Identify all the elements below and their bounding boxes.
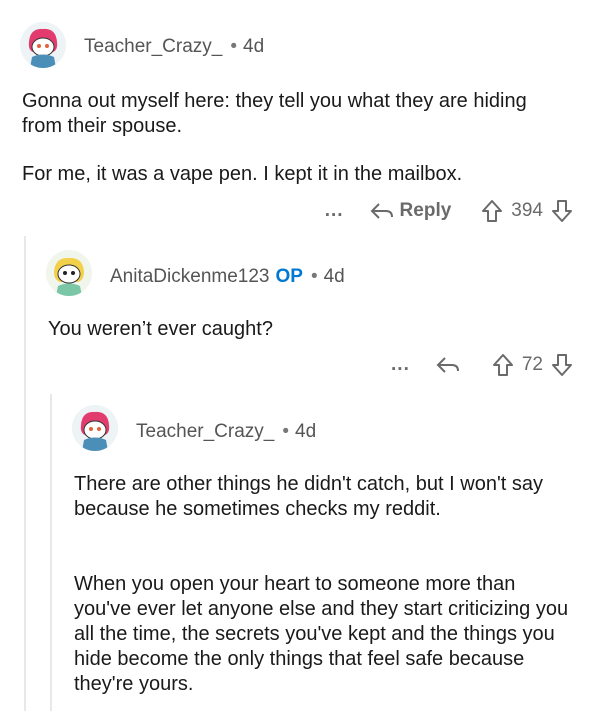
comment-paragraph: There are other things he didn't catch, … [74, 473, 544, 520]
comment-meta: AnitaDickenme123 OP • 4d [110, 266, 345, 288]
upvote-icon[interactable] [492, 353, 514, 377]
separator-dot: • [230, 36, 237, 57]
reply-arrow-icon [436, 357, 459, 373]
comment-paragraph: For me, it was a vape pen. I kept it in … [22, 163, 463, 185]
comment-meta: Teacher_Crazy_ • 4d [84, 36, 264, 58]
comment-actions: ... Reply 394 [325, 199, 573, 223]
separator-dot: • [310, 266, 318, 287]
comment-age: 4d [295, 421, 317, 442]
comment-paragraph: When you open your heart to someone more… [74, 573, 569, 695]
reply-arrow-icon [370, 203, 393, 219]
author-name[interactable]: Teacher_Crazy_ [136, 421, 274, 442]
vote-controls: 394 [481, 199, 573, 223]
vote-controls: 72 [492, 353, 573, 377]
snoo-avatar-icon [72, 405, 118, 451]
separator-dot: • [282, 421, 289, 442]
snoo-avatar-icon [46, 250, 92, 296]
more-options-button[interactable]: ... [391, 354, 410, 376]
reply-button[interactable] [436, 355, 466, 375]
downvote-icon[interactable] [551, 199, 573, 223]
reply-label: Reply [399, 200, 452, 221]
comment-paragraph: Gonna out myself here: they tell you wha… [22, 90, 527, 137]
author-name[interactable]: AnitaDickenme123 [110, 266, 269, 287]
author-name[interactable]: Teacher_Crazy_ [84, 36, 222, 57]
thread-line-level-2[interactable] [50, 394, 52, 711]
upvote-icon[interactable] [481, 199, 503, 223]
comment-meta: Teacher_Crazy_ • 4d [136, 421, 316, 443]
vote-score: 394 [511, 200, 543, 221]
snoo-avatar-icon [20, 22, 66, 68]
comment-actions: ... 72 [391, 353, 573, 377]
vote-score: 72 [521, 354, 543, 375]
avatar[interactable] [20, 22, 66, 68]
more-options-button[interactable]: ... [325, 200, 344, 222]
op-badge: OP [275, 266, 303, 287]
downvote-icon[interactable] [551, 353, 573, 377]
comment-age: 4d [243, 36, 265, 57]
thread-line-level-1[interactable] [24, 236, 26, 711]
avatar[interactable] [46, 250, 92, 296]
avatar[interactable] [72, 405, 118, 451]
comment-paragraph: You weren’t ever caught? [48, 318, 273, 340]
comment-age: 4d [323, 266, 345, 287]
reply-button[interactable]: Reply [370, 200, 452, 222]
